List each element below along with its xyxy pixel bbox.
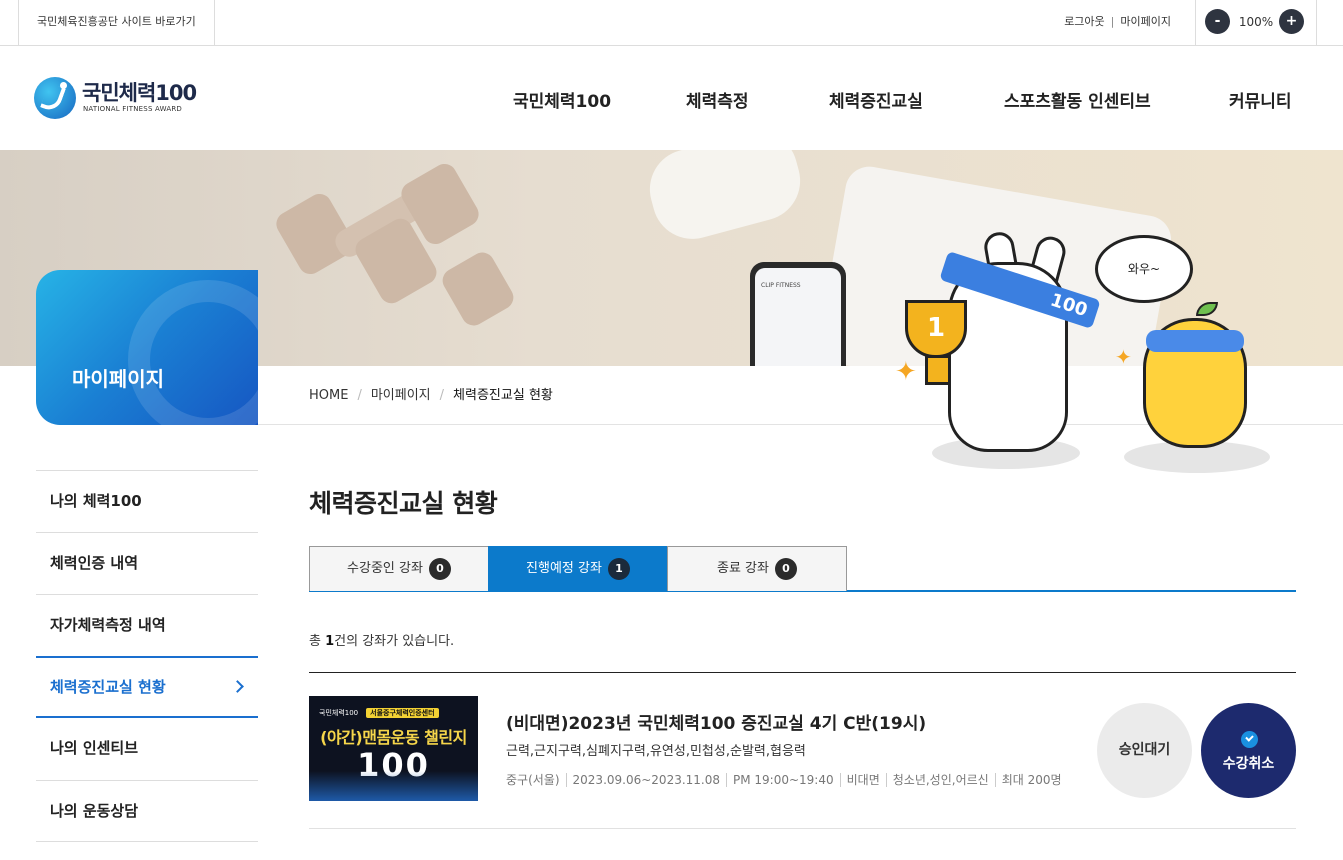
- cancel-label: 수강취소: [1222, 756, 1275, 772]
- utility-links: 로그아웃 | 마이페이지: [1064, 0, 1171, 46]
- tab-finished[interactable]: 종료 강좌 0: [667, 546, 847, 591]
- tab-count-badge: 0: [774, 557, 797, 580]
- lnb-item-incentive[interactable]: 나의 인센티브: [36, 718, 258, 780]
- chevron-right-icon: [231, 680, 244, 693]
- tab-upcoming[interactable]: 진행예정 강좌 1: [488, 546, 668, 591]
- logo-runner-icon: [34, 77, 76, 119]
- course-tags: 근력,근지구력,심폐지구력,유연성,민첩성,순발력,협응력: [506, 744, 806, 759]
- site-logo[interactable]: 국민체력100 NATIONAL FITNESS AWARD: [34, 75, 214, 121]
- sparkle-icon: ✦: [895, 357, 917, 387]
- course-tabs: 수강중인 강좌 0 진행예정 강좌 1 종료 강좌 0: [309, 546, 1296, 592]
- gnb-item-fitness-class[interactable]: 체력증진교실: [829, 87, 923, 112]
- trophy-icon: 1: [905, 300, 967, 358]
- lnb-item-certification[interactable]: 체력인증 내역: [36, 532, 258, 594]
- course-period: 2023.09.06~2023.11.08: [565, 773, 720, 787]
- total-suffix: 건의 강좌가 있습니다.: [334, 634, 455, 649]
- tab-label: 진행예정 강좌: [526, 561, 602, 576]
- zoom-out-button[interactable]: -: [1205, 9, 1230, 34]
- zoom-control: - 100% +: [1195, 0, 1317, 46]
- breadcrumb-current: 체력증진교실 현황: [453, 388, 553, 403]
- breadcrumb: HOME / 마이페이지 / 체력증진교실 현황: [309, 366, 553, 425]
- thumbnail-brand: 국민체력100: [319, 709, 359, 717]
- course-type: 비대면: [839, 773, 880, 787]
- lnb-item-label: 체력증진교실 현황: [50, 678, 166, 696]
- tab-label: 종료 강좌: [717, 561, 769, 576]
- cancel-enrollment-button[interactable]: 수강취소: [1201, 703, 1296, 798]
- thumbnail-center: 서울중구체력인증센터: [366, 708, 439, 718]
- check-icon: [1241, 731, 1258, 748]
- dumbbell-image: [438, 248, 518, 330]
- utility-bar: 국민체육진흥공단 사이트 바로가기 로그아웃 | 마이페이지 - 100% +: [0, 0, 1343, 46]
- lnb-item-fitness100[interactable]: 나의 체력100: [36, 470, 258, 532]
- total-count-text: 총 1건의 강좌가 있습니다.: [309, 630, 454, 649]
- tab-in-progress[interactable]: 수강중인 강좌 0: [309, 546, 489, 591]
- course-target: 청소년,성인,어르신: [885, 773, 989, 787]
- side-title-box: 마이페이지: [36, 270, 258, 425]
- list-top-divider: [309, 672, 1296, 673]
- course-time: PM 19:00~19:40: [726, 773, 834, 787]
- trophy-base: [925, 355, 951, 385]
- zoom-level: 100%: [1238, 15, 1274, 29]
- tab-count-badge: 1: [607, 557, 630, 580]
- divider: |: [1110, 15, 1115, 28]
- speech-bubble: 와우~: [1095, 235, 1193, 303]
- tab-count-badge: 0: [428, 557, 451, 580]
- thumbnail-header: 국민체력100 서울중구체력인증센터: [319, 708, 439, 718]
- tab-label: 수강중인 강좌: [347, 561, 423, 576]
- lnb-item-self-measurement[interactable]: 자가체력측정 내역: [36, 594, 258, 656]
- site-shortcut-link[interactable]: 국민체육진흥공단 사이트 바로가기: [18, 0, 215, 46]
- course-meta: 중구(서울) 2023.09.06~2023.11.08 PM 19:00~19:4…: [506, 771, 1062, 788]
- side-title: 마이페이지: [72, 367, 164, 391]
- page-title: 체력증진교실 현황: [309, 489, 498, 518]
- breadcrumb-separator: /: [439, 388, 445, 403]
- logo-subtitle: NATIONAL FITNESS AWARD: [83, 105, 183, 113]
- phone-screen: CLIP FITNESS: [755, 268, 841, 366]
- approval-pending-badge: 승인대기: [1097, 703, 1192, 798]
- water-bottle-image: [640, 150, 810, 248]
- course-region: 중구(서울): [506, 773, 560, 787]
- zoom-in-button[interactable]: +: [1279, 9, 1304, 34]
- logo-title: 국민체력100: [82, 81, 197, 105]
- course-thumbnail[interactable]: 국민체력100 서울중구체력인증센터 (야간)맨몸운동 챌린지 100: [309, 696, 478, 801]
- thumbnail-glow: [309, 771, 478, 801]
- total-count: 1: [325, 634, 335, 649]
- thumbnail-title: (야간)맨몸운동 챌린지: [320, 728, 467, 747]
- logout-link[interactable]: 로그아웃: [1064, 15, 1104, 28]
- sparkle-icon: ✦: [1115, 345, 1132, 369]
- mypage-link[interactable]: 마이페이지: [1120, 15, 1171, 28]
- course-capacity: 최대 200명: [994, 773, 1062, 787]
- gnb-item-community[interactable]: 커뮤니티: [1229, 87, 1292, 112]
- breadcrumb-mypage[interactable]: 마이페이지: [371, 388, 431, 403]
- lnb-item-consultation[interactable]: 나의 운동상담: [36, 780, 258, 842]
- breadcrumb-separator: /: [357, 388, 362, 403]
- list-bottom-divider: [309, 828, 1296, 829]
- breadcrumb-home[interactable]: HOME: [309, 388, 348, 403]
- total-prefix: 총: [309, 634, 326, 649]
- header: 국민체력100 NATIONAL FITNESS AWARD 국민체력100 체…: [0, 47, 1343, 150]
- gnb-item-incentive[interactable]: 스포츠활동 인센티브: [1004, 87, 1151, 112]
- course-title[interactable]: (비대면)2023년 국민체력100 증진교실 4기 C반(19시): [506, 709, 926, 734]
- gnb-item-national-fitness[interactable]: 국민체력100: [513, 87, 611, 112]
- phone-image: CLIP FITNESS: [750, 262, 846, 366]
- side-menu: 나의 체력100 체력인증 내역 자가체력측정 내역 체력증진교실 현황 나의 …: [36, 470, 258, 842]
- lnb-item-fitness-class-status[interactable]: 체력증진교실 현황: [36, 656, 258, 718]
- gnb-item-measurement[interactable]: 체력측정: [686, 87, 749, 112]
- decorative-swoosh: [128, 280, 258, 425]
- chick-headband: [1146, 330, 1244, 352]
